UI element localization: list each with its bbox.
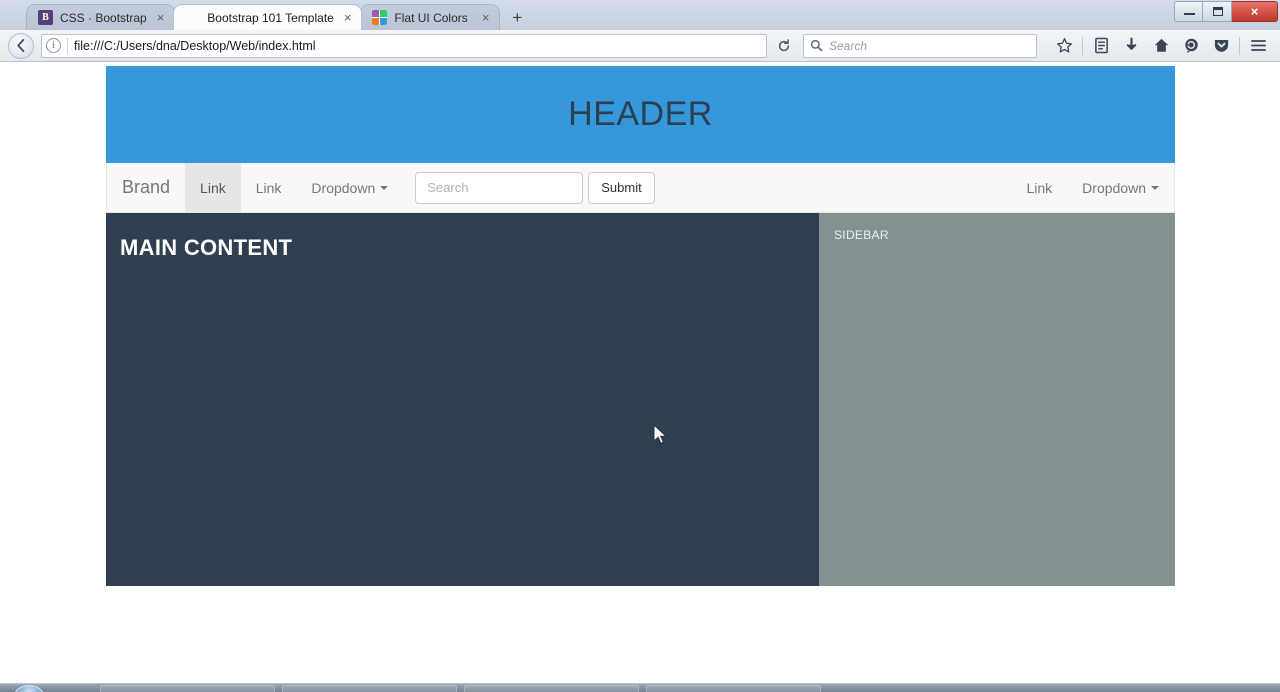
url-bar[interactable]: i file:///C:/Users/dna/Desktop/Web/index… xyxy=(41,33,767,58)
taskbar-item[interactable] xyxy=(646,685,821,692)
navbar-item-link-1[interactable]: Link xyxy=(185,163,241,212)
search-icon xyxy=(810,39,823,52)
tab-close-icon[interactable]: × xyxy=(479,11,493,24)
navbar-item-label: Link xyxy=(1026,179,1053,196)
main-content-panel: MAIN CONTENT xyxy=(106,213,819,586)
hamburger-menu-button[interactable] xyxy=(1244,33,1272,59)
tab-title: Flat UI Colors xyxy=(394,10,468,25)
pocket-icon xyxy=(1214,40,1228,52)
home-button[interactable] xyxy=(1147,33,1175,59)
downloads-button[interactable] xyxy=(1117,33,1145,59)
start-button[interactable] xyxy=(14,685,44,692)
pocket-button[interactable] xyxy=(1207,33,1235,59)
toolbar-divider xyxy=(1239,36,1240,55)
bookmark-star-button[interactable] xyxy=(1050,33,1078,59)
chevron-down-icon xyxy=(1151,185,1159,190)
navbar-brand[interactable]: Brand xyxy=(107,163,185,212)
bootstrap-favicon-icon: B xyxy=(38,10,53,25)
close-icon: × xyxy=(1250,4,1259,19)
maximize-button[interactable] xyxy=(1203,1,1232,22)
chevron-down-icon xyxy=(380,185,389,190)
navbar-item-link-2[interactable]: Link xyxy=(241,163,297,212)
navbar-right-group: Link Dropdown xyxy=(1011,163,1174,212)
toolbar-search-placeholder: Search xyxy=(829,38,868,53)
navbar-submit-button[interactable]: Submit xyxy=(588,171,655,204)
flatui-favicon-icon xyxy=(372,10,388,25)
hamburger-menu-icon xyxy=(1250,40,1266,51)
sidebar-panel: SIDEBAR xyxy=(819,213,1175,586)
blank-favicon-icon xyxy=(185,10,200,25)
tab-strip: B CSS · Bootstrap × Bootstrap 101 Templa… xyxy=(0,0,1280,30)
new-tab-button[interactable]: + xyxy=(506,9,528,26)
url-text: file:///C:/Users/dna/Desktop/Web/index.h… xyxy=(74,38,316,53)
back-arrow-icon xyxy=(16,38,24,53)
library-icon xyxy=(1094,37,1108,54)
tab-title: CSS · Bootstrap xyxy=(60,10,147,25)
tab-close-icon[interactable]: × xyxy=(154,11,168,24)
taskbar-item[interactable] xyxy=(282,685,457,692)
browser-tab-2[interactable]: Bootstrap 101 Template × xyxy=(173,4,363,30)
taskbar-item[interactable] xyxy=(100,685,275,692)
library-button[interactable] xyxy=(1087,33,1115,59)
site-navbar: Brand Link Link Dropdown Submit xyxy=(106,163,1175,213)
bookmark-star-icon xyxy=(1056,38,1072,53)
identity-info-icon[interactable]: i xyxy=(46,38,61,53)
toolbar-divider xyxy=(1082,36,1083,55)
window-controls: × xyxy=(1174,1,1278,22)
toolbar-icon-group xyxy=(1050,33,1272,59)
minimize-button[interactable] xyxy=(1174,1,1203,22)
url-divider xyxy=(67,37,68,54)
navbar-search-input[interactable] xyxy=(415,171,584,204)
close-button[interactable]: × xyxy=(1232,1,1278,22)
browser-tab-3[interactable]: Flat UI Colors × xyxy=(360,4,501,30)
navbar-item-label: Dropdown xyxy=(311,179,376,196)
navbar-item-dropdown-left[interactable]: Dropdown xyxy=(296,163,403,212)
page-body: MAIN CONTENT SIDEBAR xyxy=(106,213,1175,586)
page-container: HEADER Brand Link Link Dropdown Submit xyxy=(106,66,1175,586)
back-button[interactable] xyxy=(8,32,34,59)
browser-window: B CSS · Bootstrap × Bootstrap 101 Templa… xyxy=(0,0,1280,692)
toolbar-search-box[interactable]: Search xyxy=(803,33,1037,58)
main-content-title: MAIN CONTENT xyxy=(120,235,293,260)
navbar-item-label: Dropdown xyxy=(1082,179,1146,196)
navbar-search-form: Submit xyxy=(415,163,655,212)
tab-title: Bootstrap 101 Template xyxy=(207,10,334,25)
downloads-icon xyxy=(1125,37,1137,50)
reload-button[interactable] xyxy=(772,34,796,58)
sync-icon xyxy=(1184,38,1198,54)
page-title: HEADER xyxy=(568,95,713,133)
windows-taskbar xyxy=(0,683,1280,692)
tab-close-icon[interactable]: × xyxy=(341,11,355,24)
browser-tab-1[interactable]: B CSS · Bootstrap × xyxy=(26,4,176,30)
reload-icon xyxy=(778,38,790,51)
page-header: HEADER xyxy=(106,66,1175,163)
browser-toolbar: i file:///C:/Users/dna/Desktop/Web/index… xyxy=(0,30,1280,62)
taskbar-item[interactable] xyxy=(464,685,639,692)
navbar-item-link-right[interactable]: Link xyxy=(1011,163,1067,212)
page-viewport: HEADER Brand Link Link Dropdown Submit xyxy=(0,62,1280,687)
home-icon xyxy=(1154,38,1168,52)
sync-button[interactable] xyxy=(1177,33,1205,59)
navbar-item-label: Link xyxy=(200,179,226,196)
navbar-item-dropdown-right[interactable]: Dropdown xyxy=(1067,163,1174,212)
navbar-item-label: Link xyxy=(255,179,282,196)
sidebar-title: SIDEBAR xyxy=(834,228,889,242)
